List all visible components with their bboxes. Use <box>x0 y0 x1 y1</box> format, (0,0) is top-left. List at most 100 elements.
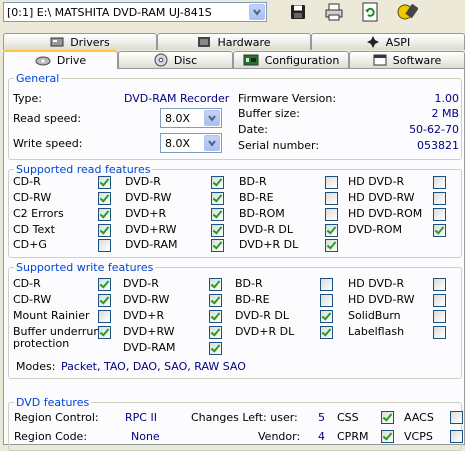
write-bd-r-checkbox[interactable] <box>320 278 333 291</box>
tab-software[interactable]: Software <box>349 51 465 68</box>
modes-value: Packet, TAO, DAO, SAO, RAW SAO <box>61 360 246 373</box>
write-dvd-r-label: DVD-R <box>123 277 159 290</box>
general-legend: General <box>16 72 60 85</box>
region-code-label: Region Code: <box>14 430 88 443</box>
dvd-css-checkbox[interactable] <box>381 411 394 424</box>
tab-aspi[interactable]: ASPI <box>311 33 465 50</box>
chevron-down-icon[interactable] <box>204 135 220 151</box>
read-dvd-rw-checkbox[interactable] <box>211 192 224 205</box>
write-labelflash-checkbox[interactable] <box>433 326 446 339</box>
write-mount-rainier-label: Mount Rainier <box>13 309 90 322</box>
write-cd-r-checkbox[interactable] <box>98 278 111 291</box>
refresh-button[interactable] <box>357 1 383 23</box>
firmware-value: 1.00 <box>434 92 460 105</box>
read-hd-dvd-rw-checkbox[interactable] <box>433 192 446 205</box>
write-speed-select[interactable]: 8.0X <box>160 133 222 153</box>
write-dvd-r-dl-checkbox[interactable] <box>320 326 333 339</box>
dvd-cprm-checkbox[interactable] <box>381 430 394 443</box>
read-dvd-rw-label: DVD+RW <box>125 223 177 236</box>
read-dvd-r-dl-checkbox[interactable] <box>325 239 338 252</box>
read-bd-r-label: BD-R <box>239 175 267 188</box>
type-value: DVD-RAM Recorder <box>124 92 230 105</box>
write-dvd-r-checkbox[interactable] <box>209 278 222 291</box>
tab-disc[interactable]: Disc <box>118 51 233 68</box>
read-bd-re-checkbox[interactable] <box>325 192 338 205</box>
device-select[interactable]: [0:1] E:\ MATSHITA DVD-RAM UJ-841S <box>3 2 267 22</box>
tab-drivers[interactable]: Drivers <box>3 33 157 50</box>
drive-icon <box>35 56 51 65</box>
read-bd-re-label: BD-RE <box>239 191 274 204</box>
write-dvd-r-dl-label: DVD+R DL <box>235 325 295 338</box>
read-c2-errors-checkbox[interactable] <box>98 208 111 221</box>
write-cd-r-label: CD-R <box>13 277 41 290</box>
tab-hardware[interactable]: Hardware <box>157 33 311 50</box>
tab-hardware-label: Hardware <box>217 35 271 49</box>
buffer-value: 2 MB <box>431 107 459 120</box>
read-cd-g-checkbox[interactable] <box>98 239 111 252</box>
write-dvd-r-dl-checkbox[interactable] <box>320 310 333 323</box>
dvd-features-legend: DVD features <box>16 396 90 409</box>
read-hd-dvd-rom-checkbox[interactable] <box>433 208 446 221</box>
save-button[interactable] <box>285 1 311 23</box>
write-bd-re-label: BD-RE <box>235 293 270 306</box>
tab-configuration[interactable]: Configuration <box>233 51 349 68</box>
read-dvd-r-label: DVD-R <box>125 175 161 188</box>
write-hd-dvd-rw-checkbox[interactable] <box>433 294 446 307</box>
about-button[interactable] <box>394 1 420 23</box>
read-c2-errors-label: C2 Errors <box>13 207 64 220</box>
write-solidburn-label: SolidBurn <box>348 309 401 322</box>
write-solidburn-checkbox[interactable] <box>433 310 446 323</box>
vendor-value: 4 <box>318 430 325 443</box>
read-dvd-ram-checkbox[interactable] <box>211 239 224 252</box>
read-cd-rw-checkbox[interactable] <box>98 192 111 205</box>
region-control-label: Region Control: <box>14 411 99 424</box>
chevron-down-icon[interactable] <box>249 4 265 20</box>
write-hd-dvd-r-checkbox[interactable] <box>433 278 446 291</box>
read-dvd-r-dl-checkbox[interactable] <box>325 224 338 237</box>
write-cd-rw-label: CD-RW <box>13 293 52 306</box>
write-dvd-r-dl-label: DVD-R DL <box>235 309 289 322</box>
dvd-aacs-label: AACS <box>404 411 434 424</box>
chevron-down-icon[interactable] <box>204 110 220 126</box>
read-bd-rom-checkbox[interactable] <box>325 208 338 221</box>
tab-software-label: Software <box>392 53 442 67</box>
read-cd-r-checkbox[interactable] <box>98 176 111 189</box>
write-mount-rainier-checkbox[interactable] <box>98 310 111 323</box>
write-hd-dvd-r-label: HD DVD-R <box>348 277 405 290</box>
write-dvd-rw-label: DVD+RW <box>123 325 175 338</box>
write-buffer-underrun-protection-checkbox[interactable] <box>98 326 111 339</box>
read-dvd-r-checkbox[interactable] <box>211 176 224 189</box>
read-dvd-rom-checkbox[interactable] <box>433 224 446 237</box>
read-dvd-rom-label: DVD-ROM <box>348 223 403 236</box>
tab-aspi-label: ASPI <box>385 35 411 49</box>
write-bd-re-checkbox[interactable] <box>320 294 333 307</box>
read-dvd-r-dl-label: DVD-R DL <box>239 223 293 236</box>
write-features-legend: Supported write features <box>16 261 154 274</box>
tab-drive[interactable]: Drive <box>3 50 118 69</box>
firmware-label: Firmware Version: <box>238 92 337 105</box>
write-dvd-r-checkbox[interactable] <box>209 310 222 323</box>
write-dvd-rw-checkbox[interactable] <box>209 326 222 339</box>
read-cd-text-checkbox[interactable] <box>98 224 111 237</box>
read-speed-select[interactable]: 8.0X <box>160 108 222 128</box>
read-bd-rom-label: BD-ROM <box>239 207 285 220</box>
read-hd-dvd-r-checkbox[interactable] <box>433 176 446 189</box>
write-dvd-r-label: DVD+R <box>123 309 165 322</box>
read-cd-r-label: CD-R <box>13 175 41 188</box>
write-cd-rw-checkbox[interactable] <box>98 294 111 307</box>
write-dvd-rw-checkbox[interactable] <box>209 294 222 307</box>
read-speed-value: 8.0X <box>165 112 191 125</box>
device-select-value: [0:1] E:\ MATSHITA DVD-RAM UJ-841S <box>7 6 212 19</box>
serial-value: 053821 <box>417 139 459 152</box>
dvd-vcps-checkbox[interactable] <box>450 430 463 443</box>
dvd-vcps-label: VCPS <box>404 430 433 443</box>
dvd-aacs-checkbox[interactable] <box>450 411 463 424</box>
read-bd-r-checkbox[interactable] <box>325 176 338 189</box>
read-dvd-r-checkbox[interactable] <box>211 208 224 221</box>
read-dvd-rw-checkbox[interactable] <box>211 224 224 237</box>
read-cd-text-label: CD Text <box>13 223 55 236</box>
print-button[interactable] <box>321 1 347 23</box>
write-dvd-ram-label: DVD-RAM <box>123 341 176 354</box>
read-cd-g-label: CD+G <box>13 238 47 251</box>
write-dvd-ram-checkbox[interactable] <box>209 342 222 355</box>
